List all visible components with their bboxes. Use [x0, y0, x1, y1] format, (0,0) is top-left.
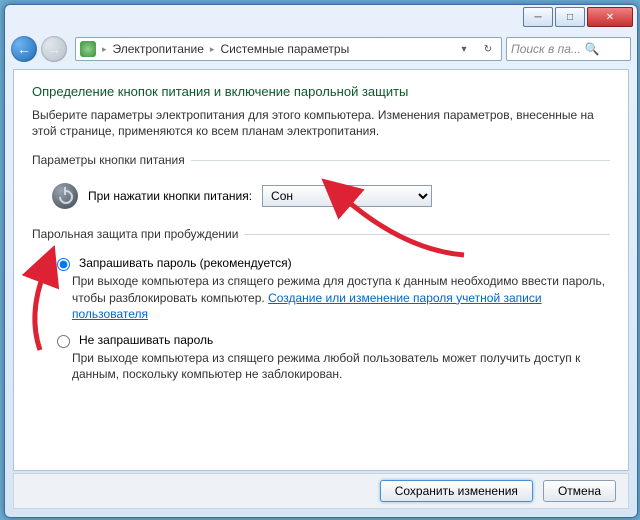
minimize-button[interactable]: ─: [523, 7, 553, 27]
footer-bar: Сохранить изменения Отмена: [13, 473, 629, 509]
group-password-protection: Парольная защита при пробуждении Запраши…: [32, 227, 610, 392]
save-button[interactable]: Сохранить изменения: [380, 480, 533, 502]
cancel-button[interactable]: Отмена: [543, 480, 616, 502]
radio-label: Запрашивать пароль (рекомендуется): [79, 256, 292, 270]
require-password-radio[interactable]: [57, 258, 70, 271]
breadcrumb-item[interactable]: Электропитание: [113, 42, 204, 56]
radio-description: При выходе компьютера из спящего режима …: [72, 273, 610, 322]
arrow-right-icon: →: [47, 41, 61, 57]
radio-label: Не запрашивать пароль: [79, 333, 213, 347]
back-button[interactable]: ←: [11, 36, 37, 62]
maximize-button[interactable]: □: [555, 7, 585, 27]
chevron-right-icon: ▸: [102, 44, 107, 55]
chevron-right-icon: ▸: [210, 44, 215, 55]
refresh-icon: ↻: [484, 44, 492, 55]
address-bar[interactable]: ▸ Электропитание ▸ Системные параметры ▾…: [75, 37, 502, 61]
breadcrumb-item[interactable]: Системные параметры: [220, 42, 349, 56]
nav-toolbar: ← → ▸ Электропитание ▸ Системные парамет…: [5, 33, 637, 65]
chevron-down-icon: ▾: [461, 44, 466, 55]
group-legend: Парольная защита при пробуждении: [32, 227, 244, 241]
search-input[interactable]: Поиск в па... 🔍: [506, 37, 631, 61]
search-icon: 🔍: [585, 42, 600, 56]
titlebar[interactable]: ─ □ ✕: [5, 5, 637, 33]
window-frame: ─ □ ✕ ← → ▸ Электропитание ▸ Системные п…: [4, 4, 638, 518]
no-password-radio[interactable]: [57, 335, 70, 348]
radio-description: При выходе компьютера из спящего режима …: [72, 350, 610, 382]
arrow-left-icon: ←: [17, 41, 31, 57]
close-button[interactable]: ✕: [587, 7, 633, 27]
search-placeholder: Поиск в па...: [511, 42, 581, 56]
group-power-button: Параметры кнопки питания При нажатии кно…: [32, 153, 610, 215]
power-icon: [52, 183, 78, 209]
forward-button[interactable]: →: [41, 36, 67, 62]
page-title: Определение кнопок питания и включение п…: [32, 84, 610, 99]
history-dropdown-button[interactable]: ▾: [455, 40, 473, 58]
page-intro: Выберите параметры электропитания для эт…: [32, 107, 610, 139]
power-button-action-label: При нажатии кнопки питания:: [88, 189, 252, 203]
group-legend: Параметры кнопки питания: [32, 153, 191, 167]
refresh-button[interactable]: ↻: [479, 40, 497, 58]
content-panel: Определение кнопок питания и включение п…: [13, 69, 629, 471]
control-panel-icon: [80, 41, 96, 57]
power-button-action-select[interactable]: Сон: [262, 185, 432, 207]
